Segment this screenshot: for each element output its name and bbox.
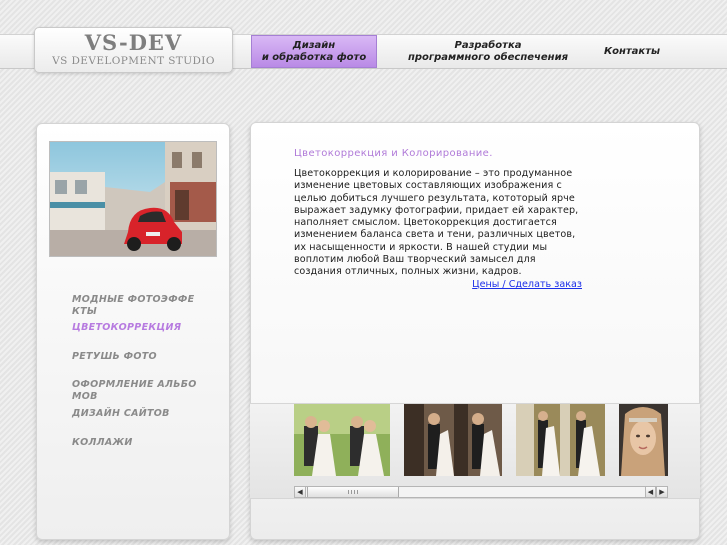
gallery-thumb-wedding-church[interactable] bbox=[404, 404, 502, 476]
scroll-right-icon[interactable]: ▶ bbox=[656, 487, 667, 497]
wedding-couple-photo bbox=[294, 404, 390, 476]
car-street-image bbox=[50, 142, 216, 256]
nav-software-line2: программного обеспечения bbox=[407, 51, 568, 63]
logo-title: VS-DEV bbox=[84, 30, 183, 55]
sidebar-item-album-design[interactable]: ОФОРМЛЕНИЕ АЛЬБОМОВ bbox=[72, 379, 202, 403]
scroll-left-icon[interactable]: ◀ bbox=[295, 487, 306, 497]
sidebar-item-web-design[interactable]: ДИЗАЙН САЙТОВ bbox=[72, 408, 202, 420]
nav-software-line1: Разработка bbox=[454, 39, 522, 51]
logo-subtitle: VS DEVELOPMENT STUDIO bbox=[52, 55, 215, 67]
content-text: Цветокоррекция и колорирование – это про… bbox=[294, 168, 579, 278]
red-beetle-car-photo bbox=[49, 141, 217, 257]
sidebar-item-collages[interactable]: КОЛЛАЖИ bbox=[72, 437, 202, 449]
portrait-woman-photo bbox=[619, 404, 668, 476]
nav-design-line1: Дизайн bbox=[292, 39, 336, 51]
wedding-church-photo bbox=[404, 404, 502, 476]
nav-design-photo[interactable]: Дизайн и обработка фото bbox=[251, 35, 377, 68]
sidebar-item-retouch[interactable]: РЕТУШЬ ФОТО bbox=[72, 351, 202, 363]
scroll-left-end-icon[interactable]: ◀ bbox=[645, 487, 656, 497]
sidebar-item-color-correction[interactable]: ЦВЕТОКОРРЕКЦИЯ bbox=[72, 322, 202, 334]
sidebar-item-fashion-effects[interactable]: МОДНЫЕ ФОТОЭФФЕКТЫ bbox=[72, 294, 202, 318]
gallery-scrollbar[interactable]: ◀ ◀ ▶ bbox=[294, 486, 668, 498]
gallery-thumb-portrait[interactable] bbox=[619, 404, 668, 476]
scrollbar-thumb[interactable] bbox=[307, 487, 399, 497]
sidebar: МОДНЫЕ ФОТОЭФФЕКТЫ ЦВЕТОКОРРЕКЦИЯ РЕТУШЬ… bbox=[36, 123, 230, 540]
site-logo[interactable]: VS-DEV VS DEVELOPMENT STUDIO bbox=[34, 27, 233, 73]
page-title: Цветокоррекция и Колорирование. bbox=[294, 148, 493, 159]
nav-contacts-label: Контакты bbox=[603, 45, 661, 57]
nav-software-development[interactable]: Разработка программного обеспечения bbox=[400, 35, 576, 68]
grip-icon bbox=[348, 490, 360, 494]
prices-order-link[interactable]: Цены / Сделать заказ bbox=[420, 279, 582, 290]
gallery-thumb-wedding-couple[interactable] bbox=[294, 404, 390, 476]
nav-contacts[interactable]: Контакты bbox=[596, 35, 668, 68]
nav-design-line2: и обработка фото bbox=[261, 51, 367, 63]
wedding-garden-photo bbox=[516, 404, 605, 476]
gallery-thumb-wedding-garden[interactable] bbox=[516, 404, 605, 476]
